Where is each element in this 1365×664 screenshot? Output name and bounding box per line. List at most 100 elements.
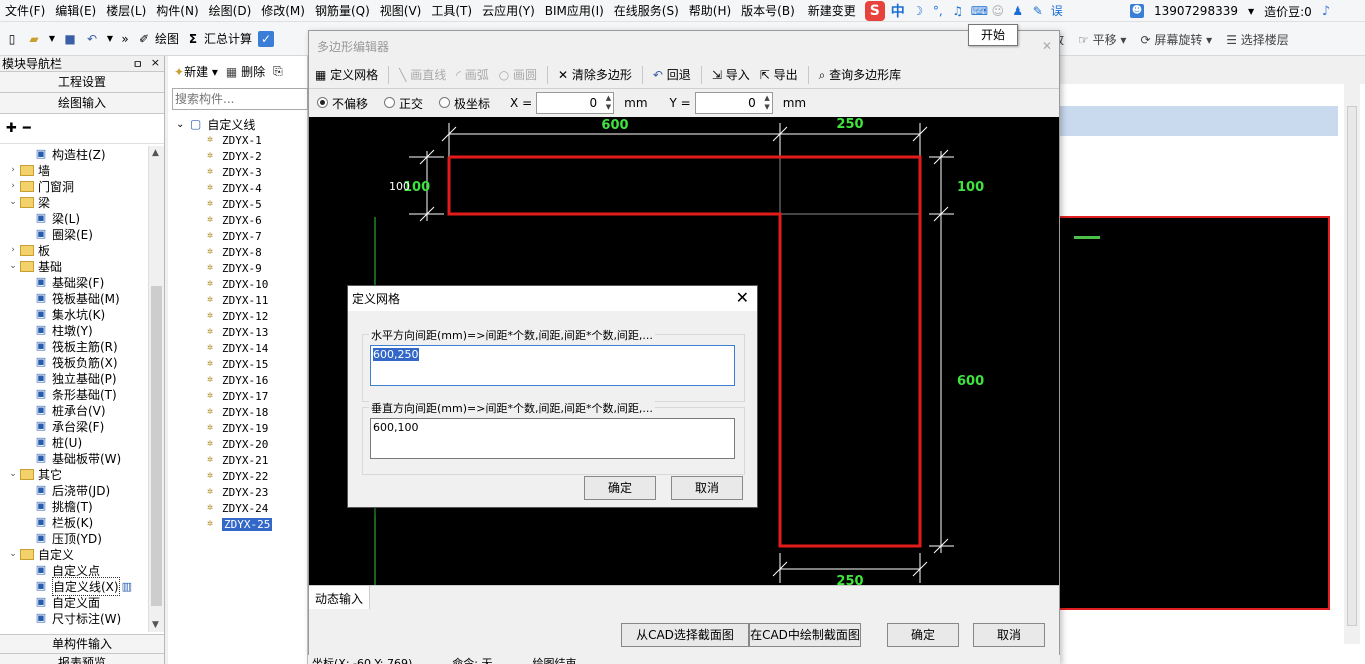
polygon-editor-close-icon[interactable]: ✕	[1039, 39, 1055, 55]
expand-chevron-icon[interactable]: ⌄	[8, 549, 18, 559]
nav-tree-item[interactable]: ▣ 圈梁(E)	[0, 226, 148, 242]
component-item[interactable]: ✲ ZDYX-25	[176, 516, 308, 532]
draw-line-button[interactable]: ╲ 画直线	[399, 66, 446, 83]
nav-tree-item[interactable]: › 板	[0, 242, 148, 258]
component-root[interactable]: ⌄ ▢ 自定义线	[176, 116, 308, 132]
draw-input-button[interactable]: 绘图输入	[0, 93, 164, 114]
nav-tree-item[interactable]: ⌄ 梁	[0, 194, 148, 210]
component-item[interactable]: ✲ ZDYX-21	[176, 452, 308, 468]
collapse-chevron-icon[interactable]: ›	[8, 245, 18, 255]
collapse-all-icon[interactable]: ━	[23, 121, 31, 136]
menu-version[interactable]: 版本号(B)	[736, 0, 800, 22]
nav-tree-item[interactable]: ▣ 基础板带(W)	[0, 450, 148, 466]
component-item[interactable]: ✲ ZDYX-9	[176, 260, 308, 276]
nav-tree-item[interactable]: ▣ 柱墩(Y)	[0, 322, 148, 338]
radio-orthogonal[interactable]: 正交	[384, 95, 423, 112]
drawing-canvas[interactable]	[1060, 216, 1330, 610]
poly-ok-button[interactable]: 确定	[887, 623, 959, 647]
undo-button[interactable]: ↶ 回退	[653, 66, 691, 83]
dropdown-arrow-icon[interactable]: ▼	[106, 31, 114, 47]
nav-tree-item[interactable]: ▣ 基础梁(F)	[0, 274, 148, 290]
menu-floor[interactable]: 楼层(L)	[101, 0, 151, 22]
sum-calc-button[interactable]: Σ 汇总计算	[185, 30, 252, 47]
menu-bim[interactable]: BIM应用(I)	[540, 0, 609, 22]
poly-cancel-button[interactable]: 取消	[973, 623, 1045, 647]
expand-chevron-icon[interactable]: ⌄	[8, 261, 18, 271]
component-item[interactable]: ✲ ZDYX-10	[176, 276, 308, 292]
x-input[interactable]: 0 ▲ ▼	[536, 92, 615, 114]
check-icon[interactable]: ✓	[258, 30, 275, 47]
report-preview-button[interactable]: 报表预览	[0, 654, 164, 664]
copy-icon[interactable]: ⎘	[273, 64, 283, 79]
collapse-chevron-icon[interactable]: ⌄	[176, 119, 190, 130]
grid-view-icon[interactable]: ▥	[122, 580, 132, 593]
horizontal-spacing-input[interactable]: 600,250	[370, 345, 735, 386]
drawing-scroll-thumb[interactable]	[1347, 106, 1357, 626]
nav-tree-item[interactable]: ▣ 桩(U)	[0, 434, 148, 450]
component-item[interactable]: ✲ ZDYX-24	[176, 500, 308, 516]
account-dropdown-icon[interactable]: ▼	[1248, 7, 1254, 16]
nav-tree-item[interactable]: ▣ 压顶(YD)	[0, 530, 148, 546]
nav-scrollbar[interactable]: ▲ ▼	[148, 146, 164, 632]
overflow-chevron-icon[interactable]: »	[120, 31, 130, 47]
close-icon[interactable]: ×	[151, 56, 160, 72]
component-search-input[interactable]	[172, 88, 308, 110]
nav-tree-item[interactable]: ▣ 筏板基础(M)	[0, 290, 148, 306]
menu-new-change[interactable]: 新建变更	[800, 0, 861, 22]
microphone-icon[interactable]: ♫	[951, 4, 965, 18]
keyboard-icon[interactable]: ⌨	[971, 4, 988, 18]
nav-tree-item[interactable]: ▣ 后浇带(JD)	[0, 482, 148, 498]
import-button[interactable]: ⇲ 导入	[712, 66, 750, 83]
moon-icon[interactable]: ☽	[911, 4, 925, 18]
menu-component[interactable]: 构件(N)	[151, 0, 203, 22]
nav-tree-item[interactable]: ⌄ 其它	[0, 466, 148, 482]
dropdown-arrow-icon[interactable]: ▼	[48, 31, 56, 47]
menu-rebar[interactable]: 钢筋量(Q)	[310, 0, 375, 22]
nav-tree-item[interactable]: ▣ 桩承台(V)	[0, 402, 148, 418]
project-settings-button[interactable]: 工程设置	[0, 72, 164, 93]
component-item[interactable]: ✲ ZDYX-23	[176, 484, 308, 500]
drawing-scrollbar[interactable]	[1344, 84, 1360, 644]
menu-edit[interactable]: 编辑(E)	[50, 0, 101, 22]
collapse-chevron-icon[interactable]: ›	[8, 181, 18, 191]
menu-draw[interactable]: 绘图(D)	[204, 0, 257, 22]
grid-cancel-button[interactable]: 取消	[671, 476, 743, 500]
nav-tree-item[interactable]: ▣ 集水坑(K)	[0, 306, 148, 322]
pan-button[interactable]: ☞ 平移 ▾	[1078, 31, 1126, 48]
menu-tools[interactable]: 工具(T)	[426, 0, 477, 22]
account-number[interactable]: 13907298339	[1154, 4, 1238, 18]
menu-help[interactable]: 帮助(H)	[684, 0, 736, 22]
new-component-button[interactable]: ✦新建 ▾	[174, 63, 218, 80]
component-item[interactable]: ✲ ZDYX-3	[176, 164, 308, 180]
bell-icon[interactable]: ♪	[1322, 4, 1330, 19]
menu-view[interactable]: 视图(V)	[375, 0, 427, 22]
clear-polygon-button[interactable]: ✕ 清除多边形	[558, 66, 632, 83]
component-item[interactable]: ✲ ZDYX-2	[176, 148, 308, 164]
component-item[interactable]: ✲ ZDYX-8	[176, 244, 308, 260]
nav-tree-item[interactable]: ▣ 筏板负筋(X)	[0, 354, 148, 370]
open-folder-icon[interactable]: ▰	[26, 31, 42, 47]
query-polygon-lib-button[interactable]: ⌕ 查询多边形库	[819, 66, 902, 83]
component-item[interactable]: ✲ ZDYX-22	[176, 468, 308, 484]
new-file-icon[interactable]: ▯	[4, 31, 20, 47]
menu-file[interactable]: 文件(F)	[0, 0, 50, 22]
nav-tree-item[interactable]: ▣ 筏板主筋(R)	[0, 338, 148, 354]
nav-tree-item[interactable]: ▣ 构造柱(Z)	[0, 146, 148, 162]
select-floor-button[interactable]: ☰ 选择楼层	[1226, 31, 1289, 48]
nav-tree-item[interactable]: › 墙	[0, 162, 148, 178]
scroll-up-icon[interactable]: ▲	[152, 148, 159, 158]
export-button[interactable]: ⇱ 导出	[760, 66, 798, 83]
dynamic-input-tab[interactable]: 动态输入	[309, 586, 371, 610]
nav-tree-item[interactable]: ▣ 栏板(K)	[0, 514, 148, 530]
y-input[interactable]: 0 ▲ ▼	[694, 92, 773, 114]
expand-chevron-icon[interactable]: ⌄	[8, 469, 18, 479]
delete-component-button[interactable]: ▦ 删除	[226, 63, 265, 80]
collapse-chevron-icon[interactable]: ›	[8, 165, 18, 175]
nav-tree-item[interactable]: ▣ 独立基础(P)	[0, 370, 148, 386]
user-gray-icon[interactable]: ☺	[991, 4, 1005, 18]
nav-tree-item[interactable]: ▣ 自定义线(X) ▥	[0, 576, 148, 596]
single-component-button[interactable]: 单构件输入	[0, 634, 164, 654]
nav-tree-item[interactable]: ▣ 梁(L)	[0, 210, 148, 226]
scroll-down-icon[interactable]: ▼	[152, 620, 159, 630]
component-item[interactable]: ✲ ZDYX-19	[176, 420, 308, 436]
